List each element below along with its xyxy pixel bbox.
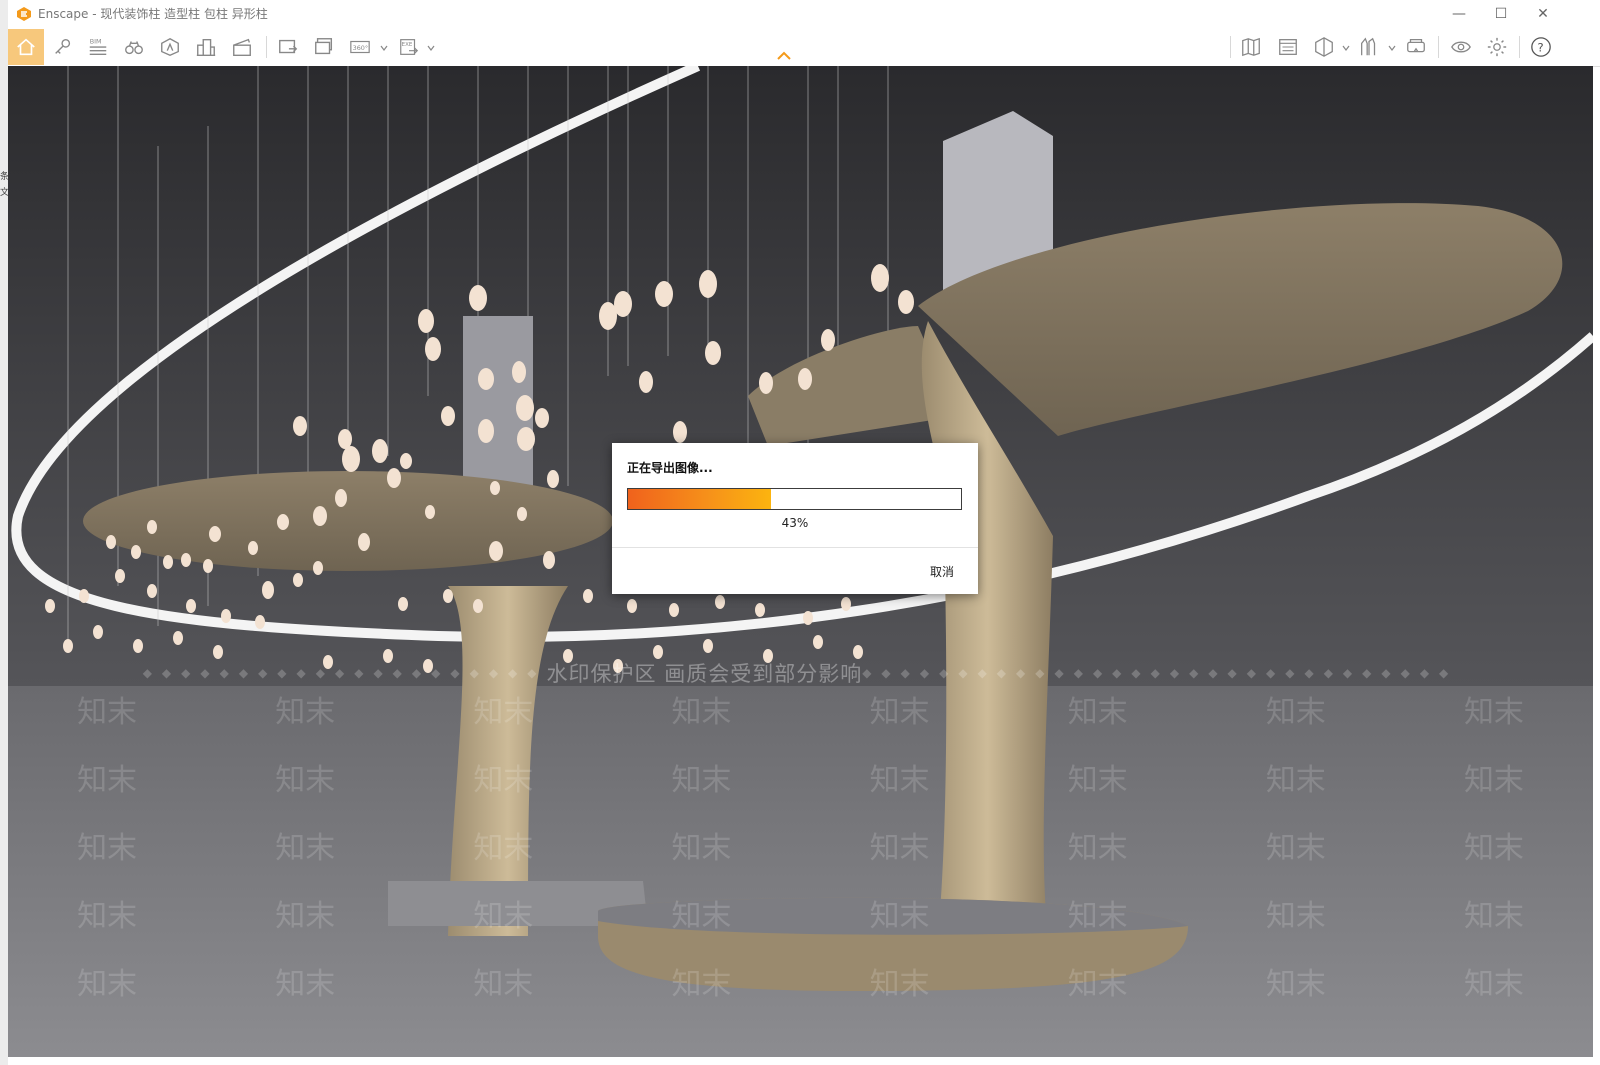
panorama-button[interactable]: 360° bbox=[345, 32, 375, 62]
buildings-icon bbox=[196, 38, 216, 56]
settings-icon bbox=[1487, 37, 1507, 57]
export-progress-bar bbox=[627, 488, 962, 510]
toolbar-separator bbox=[1519, 36, 1520, 58]
bim-button[interactable]: BIM bbox=[83, 32, 113, 62]
map-button[interactable] bbox=[1236, 32, 1266, 62]
exe-label: EXE bbox=[402, 42, 413, 48]
cube-button[interactable] bbox=[1309, 32, 1339, 62]
clapper-icon bbox=[233, 38, 251, 56]
settings-button[interactable] bbox=[1482, 32, 1512, 62]
window-bottom-edge bbox=[8, 1057, 1600, 1065]
binoculars-button[interactable] bbox=[119, 32, 149, 62]
home-button[interactable] bbox=[8, 29, 44, 65]
panorama-360-icon: 360° bbox=[350, 40, 370, 54]
exe-export-dropdown-icon[interactable] bbox=[427, 44, 435, 52]
layer-manager-button[interactable] bbox=[1273, 32, 1303, 62]
screenshot-button[interactable] bbox=[273, 32, 303, 62]
close-button[interactable]: ✕ bbox=[1522, 0, 1564, 28]
toolbar-separator bbox=[1438, 36, 1439, 58]
batch-render-icon bbox=[315, 38, 333, 55]
progress-percent-label: 43% bbox=[781, 516, 809, 530]
cancel-button[interactable]: 取消 bbox=[926, 561, 958, 582]
exe-export-button[interactable]: EXE bbox=[394, 32, 424, 62]
dialog-title: 正在导出图像... bbox=[627, 461, 713, 475]
watermark-protection-banner: ◆◆◆◆◆◆◆◆◆◆◆◆◆◆◆◆◆◆◆◆◆ 水印保护区 画质会受到部分影响 ◆◆… bbox=[8, 656, 1593, 690]
visual-settings-button[interactable] bbox=[1446, 32, 1476, 62]
clapper-button[interactable] bbox=[227, 32, 257, 62]
pin-icon bbox=[55, 38, 71, 54]
asset-library-icon bbox=[161, 37, 179, 57]
export-progress-fill bbox=[628, 489, 772, 509]
toolbar-separator bbox=[1230, 36, 1231, 58]
desktop-fragment-char: 条 bbox=[0, 172, 8, 182]
maximize-button[interactable]: ☐ bbox=[1480, 0, 1522, 28]
title-bar: Enscape - 现代装饰柱 造型柱 包柱 异形柱 — ☐ ✕ bbox=[8, 0, 1600, 28]
help-icon: ? bbox=[1531, 37, 1551, 57]
cube-icon bbox=[1315, 37, 1333, 57]
help-label: ? bbox=[1537, 41, 1543, 55]
layer-manager-icon bbox=[1279, 39, 1297, 55]
home-icon bbox=[17, 38, 35, 56]
bim-icon: BIM bbox=[89, 37, 107, 56]
watermark-dots: ◆◆◆◆◆◆◆◆◆◆◆◆◆◆◆◆◆◆◆◆◆◆◆◆◆◆◆◆◆◆◆ bbox=[862, 666, 1459, 680]
window-title: Enscape - 现代装饰柱 造型柱 包柱 异形柱 bbox=[38, 7, 268, 21]
map-icon bbox=[1242, 37, 1260, 57]
vr-headset-icon bbox=[1407, 39, 1425, 53]
panorama-label: 360° bbox=[353, 44, 368, 52]
material-editor-button[interactable] bbox=[1354, 32, 1384, 62]
vr-headset-button[interactable] bbox=[1401, 32, 1431, 62]
panorama-dropdown-icon[interactable] bbox=[380, 44, 388, 52]
collapse-toolbar-icon[interactable] bbox=[776, 50, 792, 62]
main-toolbar: BIM 360° EXE ? bbox=[8, 28, 1600, 67]
material-editor-icon bbox=[1361, 37, 1376, 56]
watermark-banner-text: 水印保护区 画质会受到部分影响 bbox=[546, 662, 863, 686]
visual-settings-icon bbox=[1451, 41, 1471, 53]
pin-button[interactable] bbox=[48, 32, 78, 62]
buildings-button[interactable] bbox=[191, 32, 221, 62]
asset-library-button[interactable] bbox=[155, 32, 185, 62]
batch-render-button[interactable] bbox=[309, 32, 339, 62]
toolbar-separator bbox=[266, 36, 267, 58]
cube-dropdown-icon[interactable] bbox=[1342, 44, 1350, 52]
binoculars-icon bbox=[125, 41, 143, 55]
export-progress-dialog: 正在导出图像... 43% 取消 bbox=[612, 443, 978, 594]
bim-label: BIM bbox=[90, 37, 102, 45]
watermark-dots: ◆◆◆◆◆◆◆◆◆◆◆◆◆◆◆◆◆◆◆◆◆ bbox=[142, 666, 547, 680]
help-button[interactable]: ? bbox=[1526, 32, 1556, 62]
screenshot-icon bbox=[279, 39, 298, 54]
dialog-divider bbox=[612, 547, 978, 548]
enscape-logo-icon bbox=[17, 7, 31, 21]
desktop-edge-strip: 条 文 bbox=[0, 0, 8, 1065]
minimize-button[interactable]: — bbox=[1438, 0, 1480, 28]
desktop-fragment-char: 文 bbox=[0, 188, 8, 198]
exe-export-icon: EXE bbox=[400, 39, 419, 55]
material-dropdown-icon[interactable] bbox=[1388, 44, 1396, 52]
